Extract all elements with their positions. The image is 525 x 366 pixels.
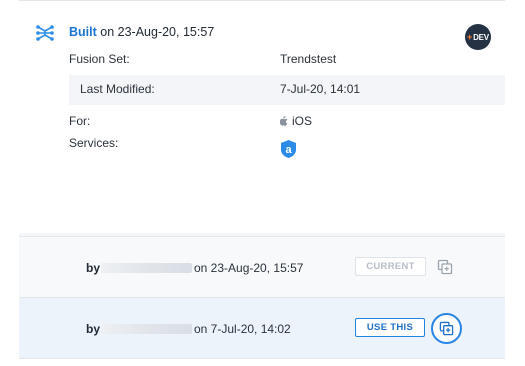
build-status-date: on 23-Aug-20, 15:57 <box>96 25 215 39</box>
environment-badge-label: DEV <box>473 32 489 42</box>
copy-button-focused[interactable] <box>431 313 462 344</box>
fusion-set-row: Fusion Set: Trendstest <box>69 45 505 75</box>
redacted-username <box>101 324 192 334</box>
fusion-set-label: Fusion Set: <box>69 52 130 66</box>
services-label: Services: <box>69 136 119 150</box>
history-by-label: by <box>86 322 101 336</box>
build-status: Built on 23-Aug-20, 15:57 <box>69 25 214 39</box>
last-modified-label: Last Modified: <box>80 82 155 96</box>
svg-text:a: a <box>285 144 292 156</box>
network-nodes-icon <box>36 25 54 41</box>
current-badge: CURRENT <box>355 257 426 276</box>
platform-value-text: iOS <box>292 114 313 128</box>
environment-badge-prefix: + <box>467 32 473 42</box>
history-date: on 23-Aug-20, 15:57 <box>194 261 304 275</box>
use-this-button[interactable]: USE THIS <box>355 318 425 337</box>
history-by-label: by <box>86 261 101 275</box>
platform-value: iOS <box>280 114 312 128</box>
last-modified-value: 7-Jul-20, 14:01 <box>280 82 361 96</box>
copy-icon <box>439 321 454 336</box>
top-divider <box>19 0 505 1</box>
shield-a-icon[interactable]: a <box>281 140 296 158</box>
platform-label: For: <box>69 114 91 128</box>
apple-icon <box>280 116 288 126</box>
last-modified-row: Last Modified: 7-Jul-20, 14:01 <box>69 75 505 105</box>
fusion-set-value: Trendstest <box>280 52 337 66</box>
build-status-link[interactable]: Built <box>69 25 97 39</box>
history-row: by on 23-Aug-20, 15:57 CURRENT <box>19 236 505 298</box>
redacted-username <box>101 263 192 273</box>
history-row: by on 7-Jul-20, 14:02 USE THIS <box>19 297 505 359</box>
copy-icon[interactable] <box>437 259 453 275</box>
history-date: on 7-Jul-20, 14:02 <box>194 322 291 336</box>
